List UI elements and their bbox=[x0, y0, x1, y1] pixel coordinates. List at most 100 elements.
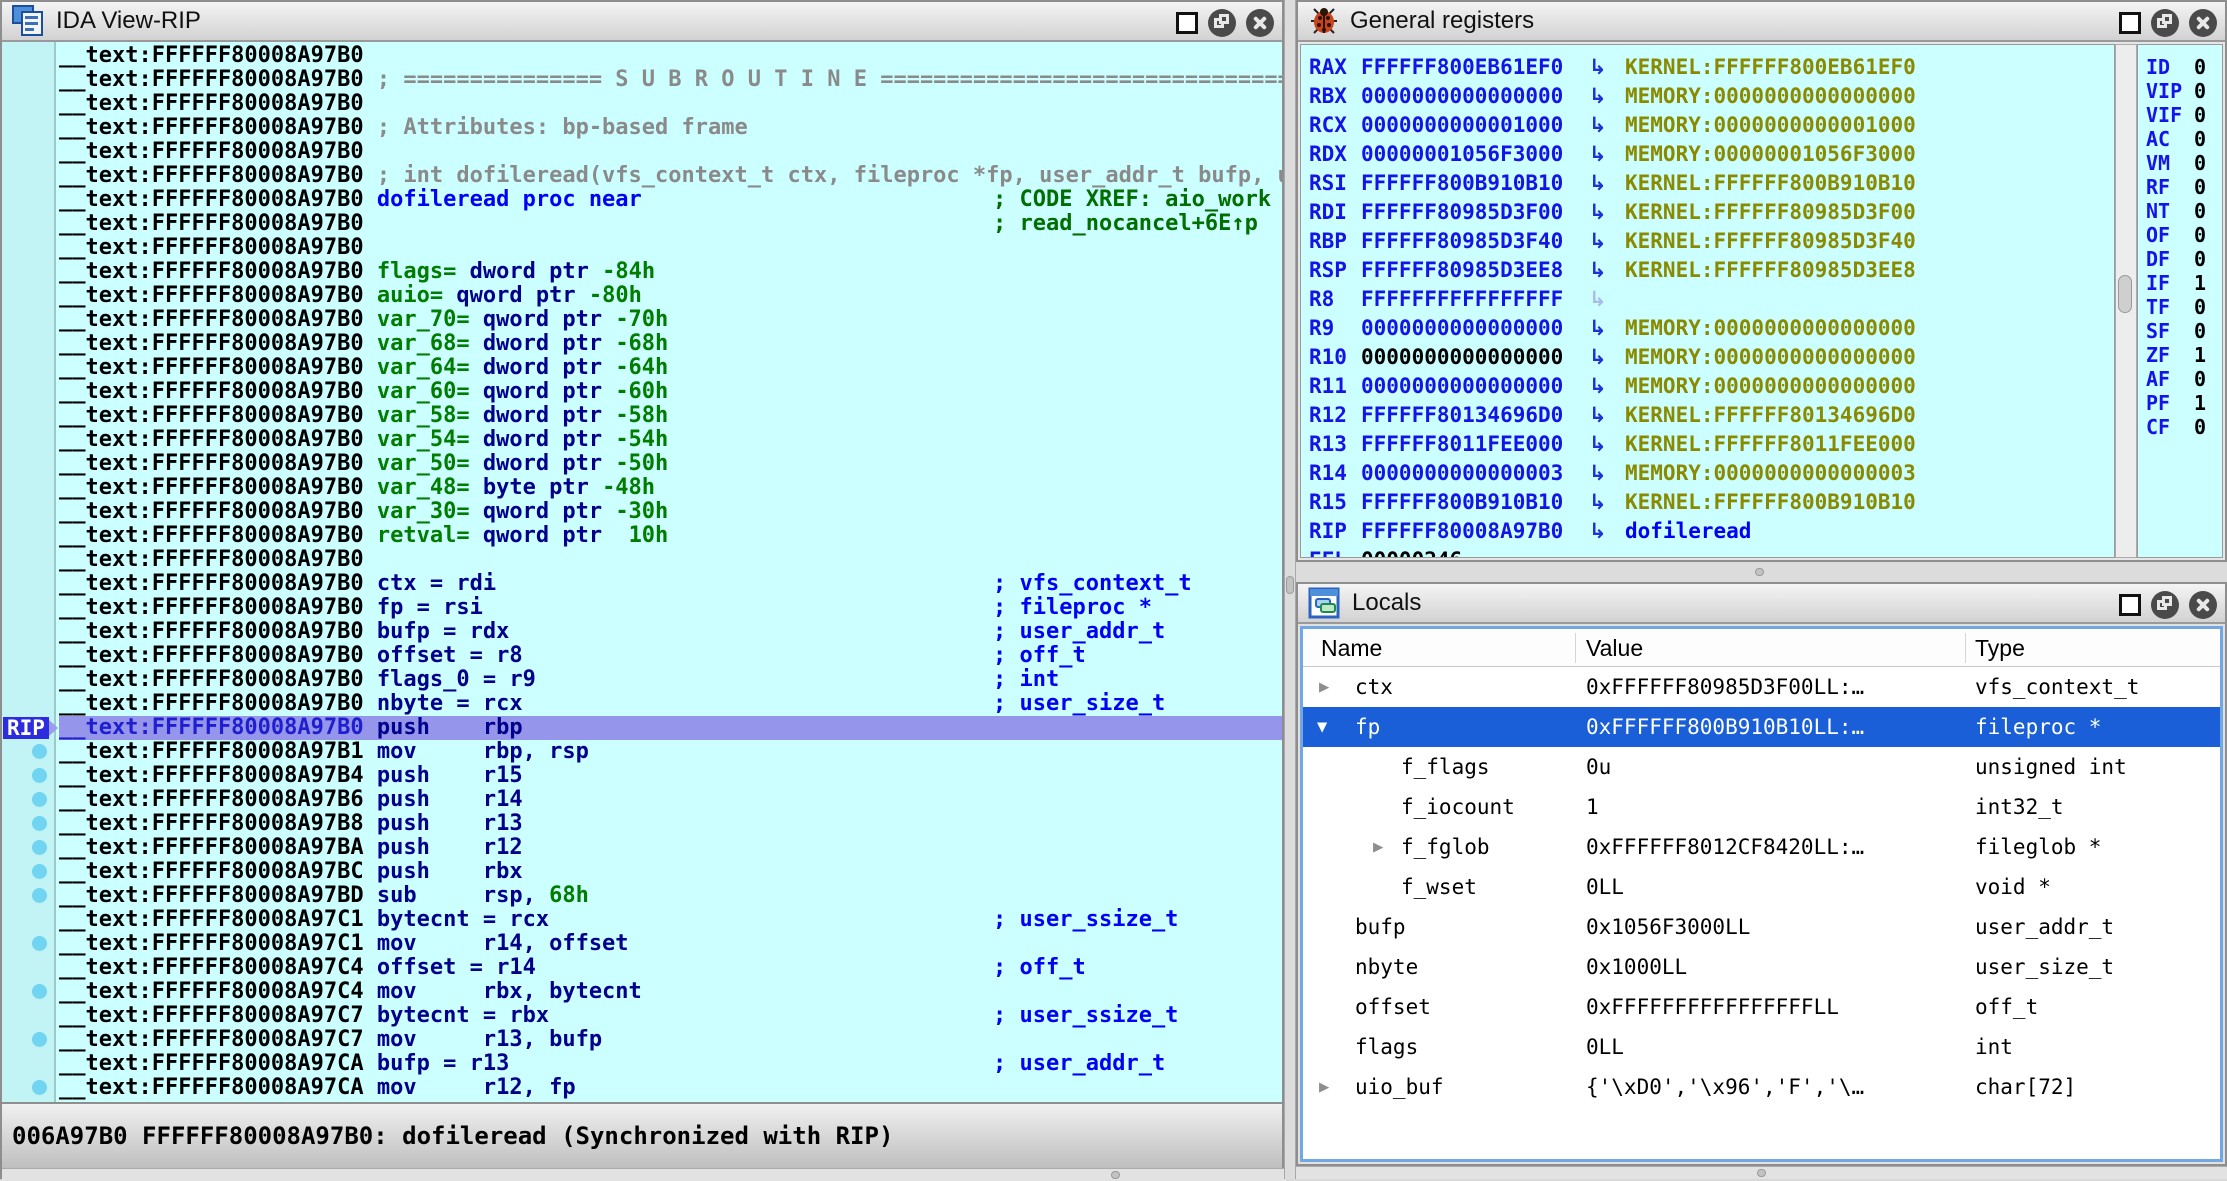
disassembly-line[interactable]: __text:FFFFFF80008A97B0 push rbp bbox=[59, 716, 1282, 740]
locals-col-value[interactable]: Value bbox=[1586, 629, 1643, 667]
disassembly-line[interactable]: __text:FFFFFF80008A97B0 ; Attributes: bp… bbox=[59, 116, 1282, 140]
register-row[interactable]: RBPFFFFFF80985D3F40↳KERNEL:FFFFFF80985D3… bbox=[1301, 227, 2114, 256]
locals-row[interactable]: ▶ctx0xFFFFFF80985D3F00LL:…vfs_context_t bbox=[1303, 667, 2220, 707]
disassembly-line[interactable]: __text:FFFFFF80008A97BA push r12 bbox=[59, 836, 1282, 860]
locals-table-header[interactable]: Name Value Type bbox=[1303, 629, 2220, 667]
locals-restore-button[interactable] bbox=[2151, 591, 2179, 619]
flag-row[interactable]: NT0 bbox=[2146, 199, 2222, 223]
flag-row[interactable]: CF0 bbox=[2146, 415, 2222, 439]
locals-row[interactable]: ▼fp0xFFFFFF800B910B10LL:…fileproc * bbox=[1303, 707, 2220, 747]
disassembly-line[interactable]: __text:FFFFFF80008A97B0 offset = r8; off… bbox=[59, 644, 1282, 668]
local-value[interactable]: 0x1000LL bbox=[1586, 947, 1687, 987]
local-value[interactable]: 0x1056F3000LL bbox=[1586, 907, 1750, 947]
register-value[interactable]: FFFFFF80134696D0 bbox=[1361, 403, 1563, 427]
register-value[interactable]: 00000246 bbox=[1361, 548, 1462, 558]
expand-icon[interactable]: ▶ bbox=[1373, 827, 1383, 867]
locals-minimize-button[interactable] bbox=[2119, 594, 2141, 616]
register-target[interactable]: MEMORY:0000000000000000 bbox=[1625, 82, 1916, 111]
locals-col-name[interactable]: Name bbox=[1321, 629, 1382, 667]
register-row[interactable]: RDX00000001056F3000↳MEMORY:00000001056F3… bbox=[1301, 140, 2114, 169]
register-target[interactable]: KERNEL:FFFFFF80985D3F00 bbox=[1625, 198, 1916, 227]
disassembly-view[interactable]: RIP __text:FFFFFF80008A97B0 __text:FFFFF… bbox=[2, 42, 1282, 1102]
disassembly-line[interactable]: __text:FFFFFF80008A97CA bufp = r13; user… bbox=[59, 1052, 1282, 1076]
disassembly-line[interactable]: __text:FFFFFF80008A97C7 mov r13, bufp bbox=[59, 1028, 1282, 1052]
flag-row[interactable]: VM0 bbox=[2146, 151, 2222, 175]
expand-icon[interactable]: ▶ bbox=[1319, 1067, 1329, 1107]
register-target[interactable]: MEMORY:0000000000000000 bbox=[1625, 343, 1916, 372]
disassembly-line[interactable]: __text:FFFFFF80008A97B0 bbox=[59, 44, 1282, 68]
flag-value[interactable]: 0 bbox=[2194, 127, 2206, 151]
flag-row[interactable]: OF0 bbox=[2146, 223, 2222, 247]
disassembly-line[interactable]: __text:FFFFFF80008A97B0 auio= qword ptr … bbox=[59, 284, 1282, 308]
register-target[interactable]: KERNEL:FFFFFF80985D3F40 bbox=[1625, 227, 1916, 256]
local-value[interactable]: 0LL bbox=[1586, 867, 1624, 907]
register-target[interactable]: dofileread bbox=[1625, 517, 1751, 546]
register-target[interactable]: MEMORY:0000000000000000 bbox=[1625, 314, 1916, 343]
local-value[interactable]: 1 bbox=[1586, 787, 1599, 827]
expand-icon[interactable]: ▶ bbox=[1319, 667, 1329, 707]
register-value[interactable]: FFFFFF80008A97B0 bbox=[1361, 519, 1563, 543]
disassembly-line[interactable]: __text:FFFFFF80008A97C4 offset = r14; of… bbox=[59, 956, 1282, 980]
register-target[interactable]: KERNEL:FFFFFF800B910B10 bbox=[1625, 169, 1916, 198]
bottom-splitter-left[interactable] bbox=[2, 1168, 1286, 1181]
register-value[interactable]: FFFFFFFFFFFFFFFF bbox=[1361, 287, 1563, 311]
flag-value[interactable]: 0 bbox=[2194, 79, 2206, 103]
ida-view-close-button[interactable] bbox=[1246, 9, 1274, 37]
flag-row[interactable]: ZF1 bbox=[2146, 343, 2222, 367]
register-target[interactable]: MEMORY:0000000000000003 bbox=[1625, 459, 1916, 488]
register-row[interactable]: R12FFFFFF80134696D0↳KERNEL:FFFFFF8013469… bbox=[1301, 401, 2114, 430]
locals-row[interactable]: f_iocount1int32_t bbox=[1303, 787, 2220, 827]
register-row[interactable]: R8FFFFFFFFFFFFFFFF↳ bbox=[1301, 285, 2114, 314]
disassembly-line[interactable]: __text:FFFFFF80008A97BC push rbx bbox=[59, 860, 1282, 884]
flag-row[interactable]: RF0 bbox=[2146, 175, 2222, 199]
register-target[interactable]: KERNEL:FFFFFF80985D3EE8 bbox=[1625, 256, 1916, 285]
disassembly-line[interactable]: __text:FFFFFF80008A97B0 bufp = rdx; user… bbox=[59, 620, 1282, 644]
local-value[interactable]: 0xFFFFFFFFFFFFFFFFLL bbox=[1586, 987, 1839, 1027]
flag-value[interactable]: 1 bbox=[2194, 271, 2206, 295]
register-row[interactable]: RIPFFFFFF80008A97B0↳dofileread bbox=[1301, 517, 2114, 546]
disassembly-line[interactable]: __text:FFFFFF80008A97B0 nbyte = rcx; use… bbox=[59, 692, 1282, 716]
flag-value[interactable]: 0 bbox=[2194, 103, 2206, 127]
disassembly-line[interactable]: __text:FFFFFF80008A97B4 push r15 bbox=[59, 764, 1282, 788]
register-target[interactable]: MEMORY:0000000000001000 bbox=[1625, 111, 1916, 140]
disassembly-line[interactable]: __text:FFFFFF80008A97B0 var_48= byte ptr… bbox=[59, 476, 1282, 500]
locals-row[interactable]: ▶uio_buf{'\xD0','\x96','F','\…char[72] bbox=[1303, 1067, 2220, 1107]
register-value[interactable]: FFFFFF800B910B10 bbox=[1361, 171, 1563, 195]
register-row[interactable]: RSIFFFFFF800B910B10↳KERNEL:FFFFFF800B910… bbox=[1301, 169, 2114, 198]
register-value[interactable]: FFFFFF8011FEE000 bbox=[1361, 432, 1563, 456]
flag-value[interactable]: 0 bbox=[2194, 367, 2206, 391]
disassembly-line[interactable]: __text:FFFFFF80008A97B0 bbox=[59, 548, 1282, 572]
disassembly-line[interactable]: __text:FFFFFF80008A97B0 dofileread proc … bbox=[59, 188, 1282, 212]
disassembly-line[interactable]: __text:FFFFFF80008A97B0 retval= qword pt… bbox=[59, 524, 1282, 548]
disassembly-line[interactable]: __text:FFFFFF80008A97B0 flags= dword ptr… bbox=[59, 260, 1282, 284]
disassembly-line[interactable]: __text:FFFFFF80008A97B0 var_60= qword pt… bbox=[59, 380, 1282, 404]
register-row[interactable]: R15FFFFFF800B910B10↳KERNEL:FFFFFF800B910… bbox=[1301, 488, 2114, 517]
register-value[interactable]: 00000001056F3000 bbox=[1361, 142, 1563, 166]
flag-row[interactable]: PF1 bbox=[2146, 391, 2222, 415]
disassembly-line[interactable]: __text:FFFFFF80008A97B0 ctx = rdi; vfs_c… bbox=[59, 572, 1282, 596]
register-row[interactable]: RSPFFFFFF80985D3EE8↳KERNEL:FFFFFF80985D3… bbox=[1301, 256, 2114, 285]
ida-view-restore-button[interactable] bbox=[1208, 9, 1236, 37]
flag-value[interactable]: 0 bbox=[2194, 199, 2206, 223]
register-value[interactable]: FFFFFF80985D3EE8 bbox=[1361, 258, 1563, 282]
column-separator[interactable] bbox=[1575, 633, 1576, 663]
horizontal-splitter[interactable] bbox=[1296, 562, 2227, 582]
disassembly-line[interactable]: __text:FFFFFF80008A97B0 var_64= dword pt… bbox=[59, 356, 1282, 380]
flag-value[interactable]: 0 bbox=[2194, 415, 2206, 439]
disassembly-line[interactable]: __text:FFFFFF80008A97B0 bbox=[59, 92, 1282, 116]
flag-row[interactable]: AF0 bbox=[2146, 367, 2222, 391]
collapse-icon[interactable]: ▼ bbox=[1317, 707, 1327, 747]
disassembly-line[interactable]: __text:FFFFFF80008A97C1 mov r14, offset bbox=[59, 932, 1282, 956]
register-target[interactable]: KERNEL:FFFFFF80134696D0 bbox=[1625, 401, 1916, 430]
registers-scrollbar[interactable] bbox=[2115, 44, 2137, 558]
flag-value[interactable]: 0 bbox=[2194, 319, 2206, 343]
locals-titlebar[interactable]: Locals bbox=[1298, 584, 2225, 624]
flag-row[interactable]: VIP0 bbox=[2146, 79, 2222, 103]
registers-titlebar[interactable]: General registers bbox=[1298, 2, 2225, 42]
disassembly-line[interactable]: __text:FFFFFF80008A97B0 ; read_nocancel+… bbox=[59, 212, 1282, 236]
flag-value[interactable]: 0 bbox=[2194, 175, 2206, 199]
ida-view-titlebar[interactable]: IDA View-RIP bbox=[2, 2, 1282, 42]
bottom-splitter-grip[interactable] bbox=[1111, 1171, 1120, 1179]
bottom-splitter-grip[interactable] bbox=[1757, 1169, 1766, 1177]
disassembly-line[interactable]: __text:FFFFFF80008A97B0 var_68= dword pt… bbox=[59, 332, 1282, 356]
